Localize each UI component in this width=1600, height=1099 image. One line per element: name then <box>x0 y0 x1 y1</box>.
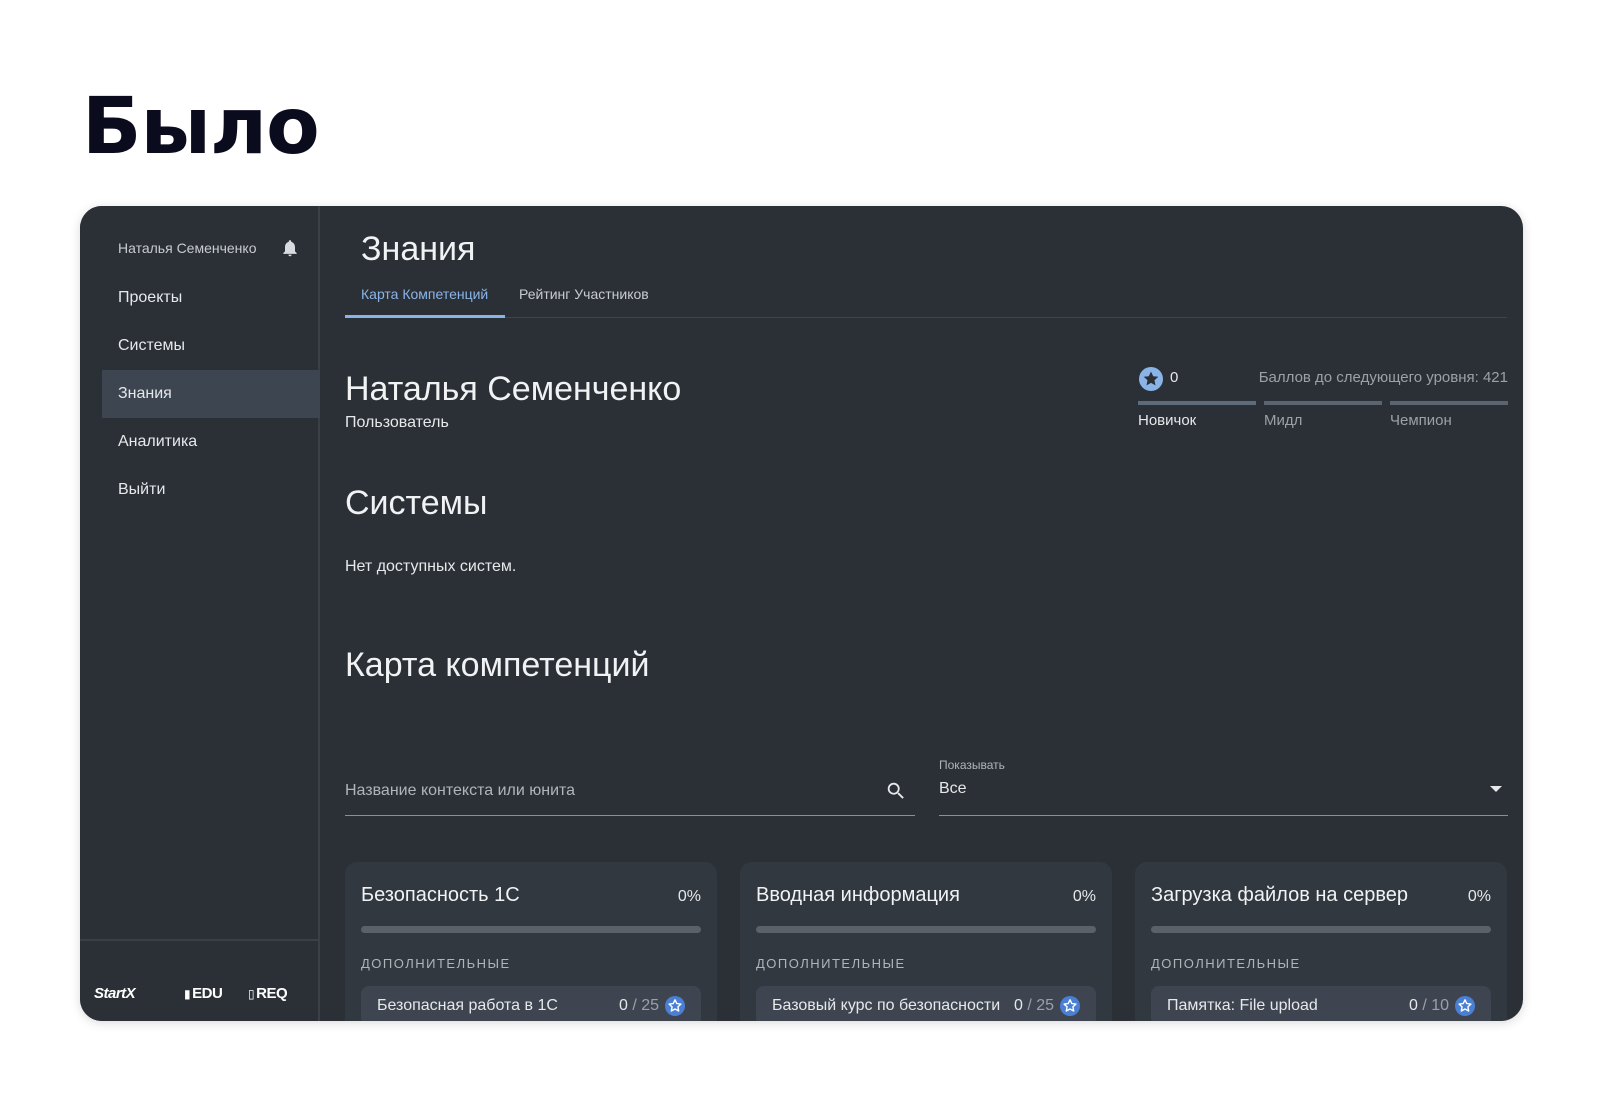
card-title: Загрузка файлов на сервер <box>1151 884 1409 906</box>
competency-cards: Безопасность 1С 0% ДОПОЛНИТЕЛЬНЫЕ Безопа… <box>345 862 1507 1021</box>
sidebar-nav: Проекты Системы Знания Аналитика Выйти <box>102 274 320 514</box>
chevron-down-icon[interactable] <box>1490 786 1502 792</box>
edu-logo[interactable]: ▮ EDU <box>184 985 223 1002</box>
next-level-text: Баллов до следующего уровня: 421 <box>1258 369 1508 386</box>
bell-icon[interactable] <box>280 237 300 259</box>
tabs: Карта Компетенций Рейтинг Участников <box>345 282 1507 318</box>
star-icon <box>1060 996 1080 1016</box>
card-title: Вводная информация <box>756 884 960 906</box>
star-icon <box>1139 367 1163 391</box>
slide-title: Было <box>82 82 320 172</box>
sidebar-footer: StartX ▮ EDU ▯ REQ <box>80 939 320 1021</box>
unit-item[interactable]: Безопасная работа в 1С 0 / 25 <box>361 986 701 1021</box>
unit-score: 0 / 25 <box>1013 997 1054 1014</box>
profile-role: Пользователь <box>345 414 449 431</box>
competency-card[interactable]: Загрузка файлов на сервер 0% ДОПОЛНИТЕЛЬ… <box>1135 862 1507 1021</box>
points-value: 0 <box>1170 369 1179 386</box>
active-tab-indicator <box>345 315 505 318</box>
star-icon <box>1455 996 1475 1016</box>
show-filter-select[interactable]: Показывать Все <box>939 758 1508 816</box>
app-window: Наталья Семенченко Проекты Системы Знани… <box>80 206 1523 1021</box>
card-section-label: ДОПОЛНИТЕЛЬНЫЕ <box>1151 956 1301 971</box>
sidebar-item-logout[interactable]: Выйти <box>102 466 320 514</box>
unit-title: Базовый курс по безопасности <box>772 997 1001 1014</box>
card-section-label: ДОПОЛНИТЕЛЬНЫЕ <box>361 956 511 971</box>
card-percent: 0% <box>677 888 701 905</box>
unit-title: Безопасная работа в 1С <box>377 997 558 1014</box>
sidebar-item-projects[interactable]: Проекты <box>102 274 320 322</box>
unit-score: 0 / 10 <box>1408 997 1449 1014</box>
sidebar-item-systems[interactable]: Системы <box>102 322 320 370</box>
unit-item[interactable]: Базовый курс по безопасности 0 / 25 <box>756 986 1096 1021</box>
card-percent: 0% <box>1467 888 1491 905</box>
card-section-label: ДОПОЛНИТЕЛЬНЫЕ <box>756 956 906 971</box>
req-logo[interactable]: ▯ REQ <box>248 985 288 1002</box>
competency-card[interactable]: Безопасность 1С 0% ДОПОЛНИТЕЛЬНЫЕ Безопа… <box>345 862 717 1021</box>
sidebar-item-knowledge[interactable]: Знания <box>102 370 320 418</box>
unit-score: 0 / 25 <box>618 997 659 1014</box>
filter-label: Показывать <box>939 758 1005 772</box>
profile-name: Наталья Семенченко <box>345 370 682 408</box>
main-content: Знания Карта Компетенций Рейтинг Участни… <box>320 206 1523 1021</box>
level-bar-middle <box>1264 401 1382 405</box>
level-bar-novice <box>1138 401 1256 405</box>
search-field <box>345 766 915 816</box>
level-progress: 0 Баллов до следующего уровня: 421 Нович… <box>1138 366 1508 436</box>
level-label-novice: Новичок <box>1138 412 1197 429</box>
sidebar-user-name[interactable]: Наталья Семенченко <box>118 240 256 256</box>
page-title: Знания <box>361 230 476 268</box>
systems-heading: Системы <box>345 484 488 522</box>
sidebar-item-analytics[interactable]: Аналитика <box>102 418 320 466</box>
level-label-champion: Чемпион <box>1390 412 1452 429</box>
card-title: Безопасность 1С <box>361 884 520 906</box>
card-progress-bar <box>756 926 1096 933</box>
systems-empty-text: Нет доступных систем. <box>345 558 517 575</box>
filter-value: Все <box>939 780 967 797</box>
card-progress-bar <box>1151 926 1491 933</box>
competency-map-heading: Карта компетенций <box>345 646 650 684</box>
level-bar-champion <box>1390 401 1508 405</box>
search-input[interactable] <box>345 776 865 806</box>
card-progress-bar <box>361 926 701 933</box>
unit-item[interactable]: Памятка: File upload 0 / 10 <box>1151 986 1491 1021</box>
level-label-middle: Мидл <box>1264 412 1303 429</box>
tab-participants-rating[interactable]: Рейтинг Участников <box>519 282 649 318</box>
star-icon <box>665 996 685 1016</box>
unit-title: Памятка: File upload <box>1167 997 1318 1014</box>
startx-logo[interactable]: StartX <box>94 985 136 1002</box>
tab-competency-map[interactable]: Карта Компетенций <box>361 282 488 318</box>
card-percent: 0% <box>1072 888 1096 905</box>
search-icon[interactable] <box>885 780 907 802</box>
sidebar: Наталья Семенченко Проекты Системы Знани… <box>80 206 320 1021</box>
competency-card[interactable]: Вводная информация 0% ДОПОЛНИТЕЛЬНЫЕ Баз… <box>740 862 1112 1021</box>
